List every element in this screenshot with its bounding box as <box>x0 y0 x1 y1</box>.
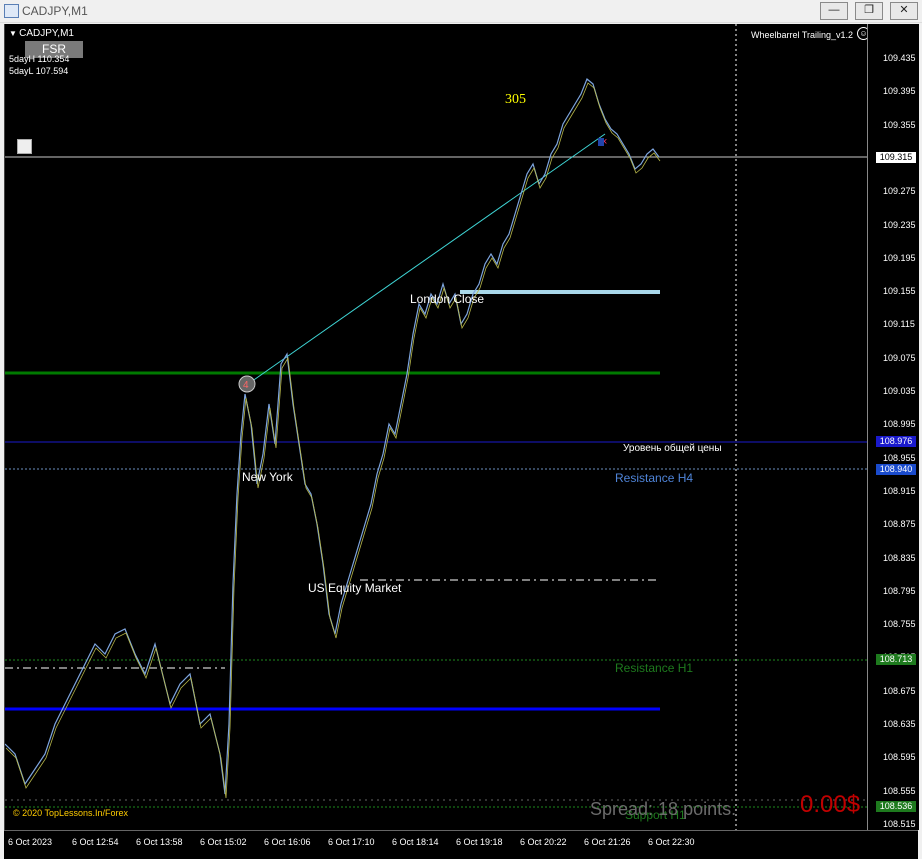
copyright-label: © 2020 TopLessons.In/Forex <box>13 808 129 818</box>
five-day-high: 5dayH 110.354 <box>9 54 70 64</box>
price-tick: 108.835 <box>883 552 916 563</box>
price-series-shadow <box>5 82 661 799</box>
price-tick: 108.595 <box>883 752 916 763</box>
price-tick: 108.795 <box>883 585 916 596</box>
price-tick: 109.395 <box>883 86 916 97</box>
time-tick: 6 Oct 13:58 <box>136 837 183 847</box>
price-tick: 109.195 <box>883 252 916 263</box>
price-tick: 109.075 <box>883 352 916 363</box>
new-york-label: New York <box>242 470 293 484</box>
window-titlebar: CADJPY,M1 — ❐ ✕ <box>0 0 922 23</box>
price-tick: 108.555 <box>883 785 916 796</box>
trade-marker-label: 4 <box>243 380 249 391</box>
price-tick: 108.755 <box>883 619 916 630</box>
price-tick: 108.635 <box>883 719 916 729</box>
price-tick: 108.675 <box>883 685 916 696</box>
profit-label: 0.00$ <box>800 791 861 818</box>
price-series <box>5 78 660 795</box>
five-day-low: 5dayL 107.594 <box>9 66 69 76</box>
time-tick: 6 Oct 22:30 <box>648 837 695 847</box>
panel-checkbox[interactable] <box>17 139 32 154</box>
time-tick: 6 Oct 17:10 <box>328 837 375 847</box>
price-tick: 109.235 <box>883 219 916 230</box>
support-h1-price-box: 108.536 <box>876 801 916 812</box>
price-tick: 109.115 <box>883 319 915 330</box>
window-title: CADJPY,M1 <box>22 4 88 18</box>
price-tick: 108.995 <box>883 419 916 430</box>
time-tick: 6 Oct 19:18 <box>456 837 503 847</box>
time-tick: 6 Oct 12:54 <box>72 837 119 847</box>
price-tick: 108.955 <box>883 452 916 463</box>
trendline[interactable] <box>247 133 606 385</box>
price-tick: 109.035 <box>883 386 916 396</box>
chart-window-icon <box>4 4 19 18</box>
expert-advisor-name: Wheelbarrel Trailing_v1.2 <box>751 30 854 40</box>
time-tick: 6 Oct 2023 <box>8 837 53 847</box>
entry-marker-icon <box>598 138 604 146</box>
resistance-h1-price-box: 108.713 <box>876 654 916 665</box>
us-equity-label: US Equity Market <box>308 581 402 595</box>
symbol-text: CADJPY,M1 <box>19 28 74 39</box>
resistance-h4-label: Resistance H4 <box>615 471 694 485</box>
symbol-dropdown-icon[interactable]: ▼ <box>9 29 19 38</box>
london-close-label: London Close <box>410 292 485 306</box>
spread-label: Spread: 18 points. <box>590 799 737 819</box>
current-price-box: 109.315 <box>876 152 916 163</box>
time-axis[interactable]: 6 Oct 2023 6 Oct 12:54 6 Oct 13:58 6 Oct 15… <box>4 830 918 859</box>
time-tick: 6 Oct 21:26 <box>584 837 631 847</box>
time-tick: 6 Oct 15:02 <box>200 837 247 847</box>
price-tick: 108.915 <box>883 485 916 496</box>
price-tick: 108.875 <box>883 519 916 530</box>
price-chart[interactable]: 4 × ▼ CADJPY,M1 FSR 5dayH 110.354 5dayL … <box>4 24 919 830</box>
resistance-h4-price-box: 108.940 <box>876 464 916 475</box>
minimize-button[interactable]: — <box>820 2 848 20</box>
price-tick: 109.435 <box>883 53 916 63</box>
price-tick: 108.515 <box>883 818 916 829</box>
level-price-label: Уровень общей цены <box>623 443 722 454</box>
price-tick: 109.155 <box>883 286 916 297</box>
price-tick: 109.355 <box>883 119 916 130</box>
time-tick: 6 Oct 18:14 <box>392 837 439 847</box>
time-tick: 6 Oct 20:22 <box>520 837 567 847</box>
resistance-h1-label: Resistance H1 <box>615 661 694 675</box>
close-button[interactable]: ✕ <box>890 2 918 20</box>
count-label: 305 <box>505 92 526 107</box>
symbol-label: ▼ CADJPY,M1 <box>9 28 74 39</box>
chart-canvas: 4 × <box>5 24 867 830</box>
level-price-box: 108.976 <box>876 436 916 447</box>
restore-button[interactable]: ❐ <box>855 2 883 20</box>
time-tick: 6 Oct 16:06 <box>264 837 311 847</box>
price-tick: 109.275 <box>883 186 916 197</box>
